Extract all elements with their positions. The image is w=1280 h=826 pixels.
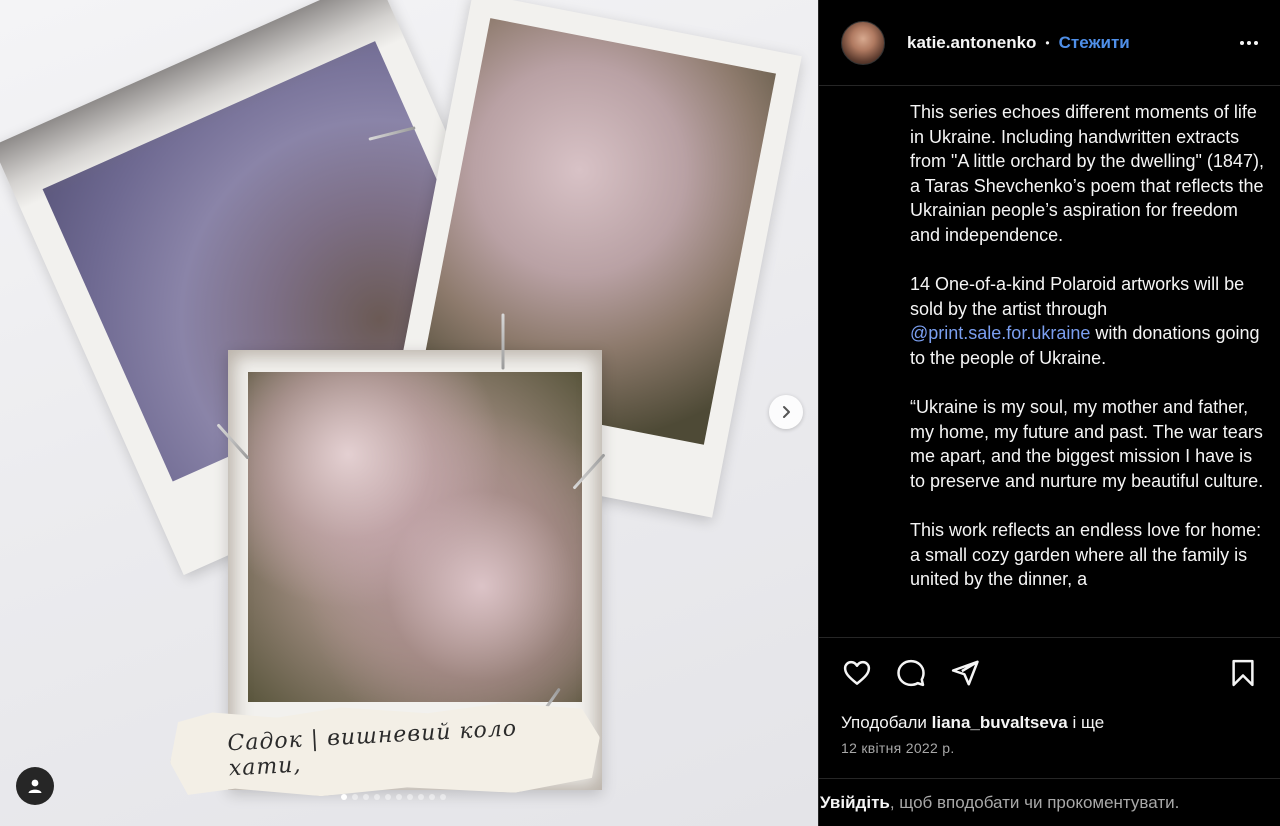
likes-summary: Уподобали liana_buvaltseva і ще — [841, 713, 1104, 733]
carousel-dot — [440, 794, 446, 800]
mention-link[interactable]: @print.sale.for.ukraine — [910, 323, 1090, 343]
share-icon — [951, 660, 979, 685]
like-button[interactable] — [841, 657, 873, 689]
carousel-dot — [407, 794, 413, 800]
post-media[interactable]: Садок | вишневий коло хати, — [0, 0, 818, 826]
carousel-next-button[interactable] — [769, 395, 803, 429]
carousel-dot — [418, 794, 424, 800]
post-actions-bar — [819, 637, 1280, 707]
likes-suffix: і ще — [1072, 713, 1105, 732]
likes-prefix: Уподобали — [841, 713, 927, 732]
follow-button[interactable]: Стежити — [1059, 33, 1130, 53]
post-caption: This series echoes different moments of … — [910, 100, 1270, 637]
more-options-icon[interactable] — [1240, 40, 1258, 45]
carousel-dot — [363, 794, 369, 800]
post-date[interactable]: 12 квітня 2022 р. — [841, 740, 955, 756]
post-side-panel: katie.antonenko • Стежити This series ec… — [818, 0, 1280, 826]
caption-text: 14 One-of-a-kind Polaroid artworks will … — [910, 274, 1245, 319]
user-tag-icon — [28, 779, 42, 793]
login-link[interactable]: Увійдіть — [820, 793, 890, 813]
carousel-dot — [341, 794, 347, 800]
share-button[interactable] — [949, 657, 981, 689]
photo-cherry-blossom — [248, 372, 582, 702]
carousel-indicator — [341, 794, 446, 800]
separator-dot: • — [1045, 35, 1050, 50]
username-link[interactable]: katie.antonenko — [907, 33, 1036, 53]
post-header: katie.antonenko • Стежити — [819, 0, 1280, 86]
carousel-dot — [352, 794, 358, 800]
carousel-dot — [385, 794, 391, 800]
carousel-dot — [396, 794, 402, 800]
chevron-right-icon — [783, 406, 790, 418]
avatar[interactable] — [841, 20, 885, 65]
carousel-dot — [429, 794, 435, 800]
caption-paragraph: “Ukraine is my soul, my mother and fathe… — [910, 397, 1264, 491]
caption-paragraph-sale: 14 One-of-a-kind Polaroid artworks will … — [910, 272, 1270, 370]
staple-pin — [501, 313, 505, 370]
carousel-dot — [374, 794, 380, 800]
login-prompt: Увійдіть, щоб вподобати чи прокоментуват… — [819, 778, 1280, 826]
tagged-users-button[interactable] — [16, 767, 54, 805]
caption-paragraph: This work reflects an endless love for h… — [910, 520, 1262, 590]
caption-paragraph: This series echoes different moments of … — [910, 102, 1264, 245]
save-button[interactable] — [1227, 657, 1259, 689]
liker-username-link[interactable]: liana_buvaltseva — [932, 713, 1068, 732]
bookmark-icon — [1232, 659, 1254, 686]
login-prompt-text: , щоб вподобати чи прокоментувати. — [889, 792, 1180, 812]
heart-icon — [843, 660, 871, 685]
comment-icon — [897, 659, 925, 686]
comment-button[interactable] — [895, 657, 927, 689]
